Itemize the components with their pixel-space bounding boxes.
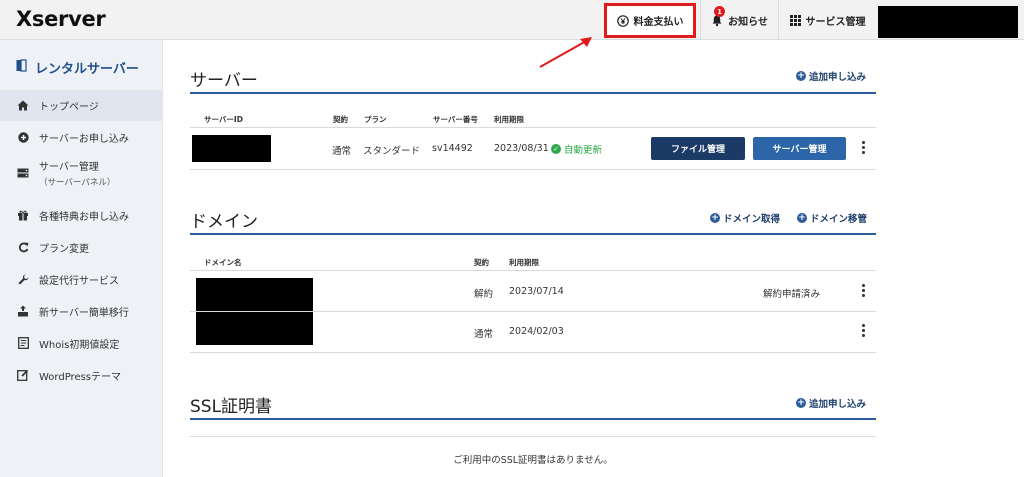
domain-expiry: 2023/07/14 bbox=[509, 286, 564, 297]
domain-contract: 通常 bbox=[474, 329, 494, 340]
section-divider bbox=[190, 418, 876, 420]
column-header-expiry: 利用期限 bbox=[494, 115, 524, 124]
service-management-label: サービス管理 bbox=[805, 16, 866, 28]
auto-renew-status: ✓ 自動更新 bbox=[551, 142, 602, 156]
domain-contract: 解約 bbox=[474, 289, 494, 300]
sidebar-item-benefits[interactable]: 各種特典お申し込み bbox=[0, 202, 162, 228]
sidebar-item-wordpress-theme[interactable]: WordPressテーマ bbox=[0, 362, 162, 388]
sidebar-item-setup-service[interactable]: 設定代行サービス bbox=[0, 266, 162, 292]
domain-expiry: 2024/02/03 bbox=[509, 326, 564, 337]
server-id-redacted bbox=[192, 135, 271, 162]
wrench-icon bbox=[16, 274, 30, 285]
sidebar-title[interactable]: レンタルサーバー bbox=[16, 58, 139, 77]
domain-cancel-status: 解約申請済み bbox=[763, 289, 821, 300]
edit-icon bbox=[16, 369, 30, 381]
notification-badge: 1 bbox=[714, 6, 725, 17]
row-divider bbox=[190, 436, 876, 437]
ssl-empty-message: ご利用中のSSL証明書はありません。 bbox=[453, 455, 613, 466]
book-icon bbox=[16, 59, 27, 76]
column-header-contract: 契約 bbox=[333, 115, 348, 124]
row-divider bbox=[190, 169, 876, 170]
billing-label: 料金支払い bbox=[633, 17, 684, 28]
domain-acquire-link[interactable]: + ドメイン取得 bbox=[710, 211, 780, 225]
sidebar-item-server-migration[interactable]: 新サーバー簡単移行 bbox=[0, 298, 162, 324]
server-expiry: 2023/08/31 bbox=[494, 143, 549, 154]
ssl-add-link[interactable]: + 追加申し込み bbox=[796, 396, 866, 410]
column-header-expiry: 利用期限 bbox=[509, 258, 539, 267]
account-menu-redacted[interactable] bbox=[878, 6, 1018, 38]
server-icon bbox=[16, 168, 30, 178]
sidebar-item-plan-change[interactable]: プラン変更 bbox=[0, 234, 162, 260]
document-icon bbox=[16, 337, 30, 349]
file-management-button[interactable]: ファイル管理 bbox=[651, 137, 745, 160]
plus-circle-icon: + bbox=[796, 397, 806, 408]
top-bar: Xserver 料金支払い お知らせ 1 サービス管理 bbox=[0, 0, 1024, 40]
section-divider bbox=[190, 233, 876, 235]
billing-button[interactable]: 料金支払い bbox=[604, 3, 696, 38]
ssl-section-title: SSL証明書 bbox=[190, 397, 273, 417]
plus-circle-icon: + bbox=[797, 212, 807, 223]
server-management-button[interactable]: サーバー管理 bbox=[753, 137, 846, 160]
column-header-server-id: サーバーID bbox=[204, 115, 243, 124]
gift-icon bbox=[16, 209, 30, 221]
domain-section-title: ドメイン bbox=[190, 212, 258, 232]
service-management-button[interactable]: サービス管理 bbox=[778, 0, 876, 40]
grid-icon bbox=[789, 14, 801, 26]
yen-icon bbox=[616, 14, 629, 27]
server-contract: 通常 bbox=[332, 146, 352, 157]
news-label: お知らせ bbox=[728, 16, 768, 28]
row-divider bbox=[190, 352, 876, 353]
news-button[interactable]: お知らせ bbox=[700, 0, 778, 40]
plus-circle-icon bbox=[16, 131, 30, 143]
row-divider bbox=[190, 311, 876, 312]
refresh-icon bbox=[16, 242, 30, 253]
server-number: sv14492 bbox=[432, 143, 473, 154]
sidebar: レンタルサーバー トップページ サーバーお申し込み サーバー管理 （サーバーパネ… bbox=[0, 40, 163, 477]
server-plan: スタンダード bbox=[363, 146, 421, 157]
domain-transfer-link[interactable]: + ドメイン移管 bbox=[797, 211, 867, 225]
column-header-contract: 契約 bbox=[474, 258, 489, 267]
sidebar-item-server-management[interactable]: サーバー管理 （サーバーパネル） bbox=[0, 158, 162, 196]
sidebar-item-sublabel: （サーバーパネル） bbox=[39, 178, 116, 188]
column-header-domain-name: ドメイン名 bbox=[204, 258, 242, 267]
section-divider bbox=[190, 92, 876, 94]
row-divider bbox=[190, 127, 876, 128]
home-icon bbox=[16, 100, 30, 111]
server-add-link[interactable]: + 追加申し込み bbox=[796, 69, 866, 83]
server-more-icon[interactable] bbox=[860, 141, 866, 154]
check-circle-icon: ✓ bbox=[551, 144, 561, 154]
plus-circle-icon: + bbox=[796, 70, 806, 81]
sidebar-item-top-page[interactable]: トップページ bbox=[0, 90, 162, 121]
domain-more-icon[interactable] bbox=[860, 284, 866, 297]
domain-more-icon[interactable] bbox=[860, 324, 866, 337]
row-divider bbox=[190, 270, 876, 271]
sidebar-item-whois[interactable]: Whois初期値設定 bbox=[0, 330, 162, 356]
annotation-arrow bbox=[539, 37, 592, 68]
server-section-title: サーバー bbox=[190, 71, 258, 91]
column-header-plan: プラン bbox=[364, 115, 387, 124]
xserver-logo[interactable]: Xserver bbox=[16, 7, 106, 31]
column-header-server-number: サーバー番号 bbox=[433, 115, 478, 124]
upload-icon bbox=[16, 305, 30, 317]
plus-circle-icon: + bbox=[710, 212, 720, 223]
sidebar-item-server-apply[interactable]: サーバーお申し込み bbox=[0, 124, 162, 150]
